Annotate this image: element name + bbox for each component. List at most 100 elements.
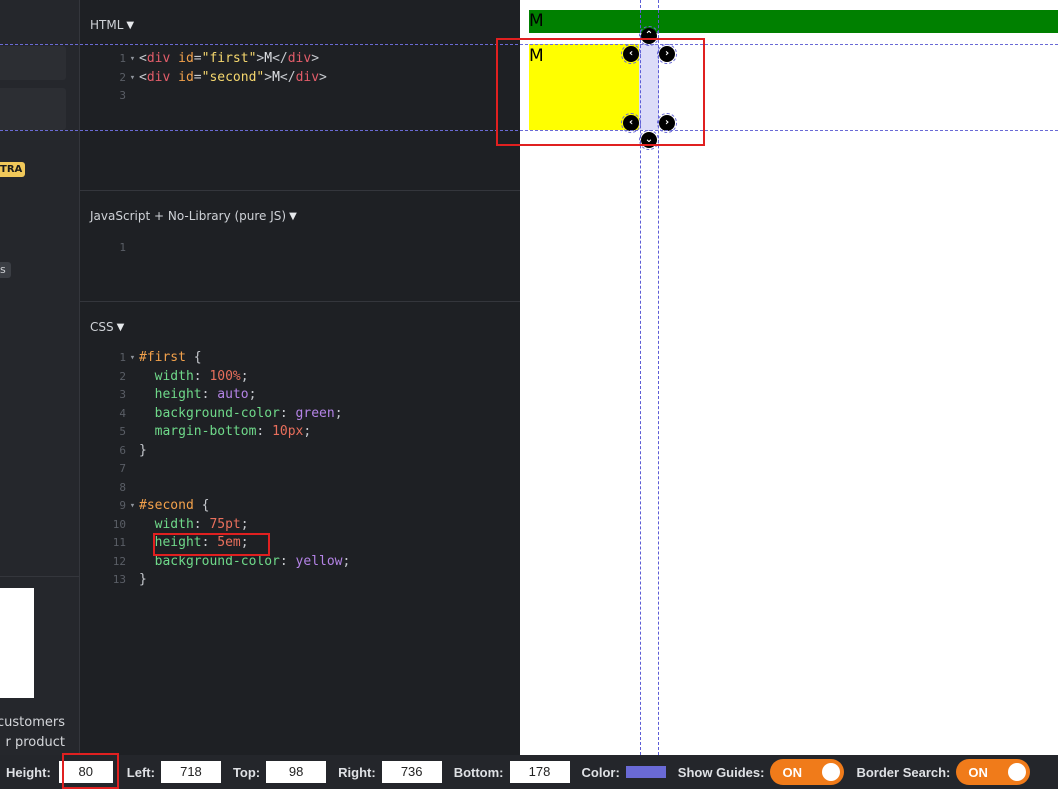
css-value: 100% [209,368,241,384]
code-line: 2 width: 100%; [80,368,350,387]
line-number: 5 [119,425,126,438]
token: M [272,69,280,85]
line-number: 8 [119,480,126,494]
border-search-label: Border Search: [856,764,951,780]
token: < [139,69,147,85]
code-line: 13} [80,571,350,590]
line-number: 9 [119,499,126,512]
caret-down-icon[interactable]: ▼ [117,322,125,333]
css-selector: #first [139,350,186,365]
css-property: background-color [154,405,280,421]
bottom-input[interactable]: 178 [509,761,570,783]
token: = [193,69,202,85]
line-number: 2 [119,70,126,84]
toggle-state: ON [968,764,988,780]
code-line: 7 [80,460,350,479]
css-value: yellow [295,553,343,569]
token: </ [272,51,288,66]
css-property: height [154,387,202,402]
code-line: 1 [80,239,126,258]
token: > [319,69,327,85]
line-number: 1 [119,52,126,65]
color-swatch[interactable] [625,766,666,778]
html-panel: HTML ▼ 1 ▾ < div id = "first" > M </div > 2 ▾ <… [80,0,520,191]
panel-title-label: JavaScript + No-Library (pure JS) [90,209,287,223]
fold-arrow-icon[interactable]: ▾ [126,69,139,88]
js-code[interactable]: 1 [80,239,126,258]
code-line: 8 [80,479,350,498]
sidebar-block[interactable] [0,46,66,80]
token: div [287,51,312,66]
code-line: 10 width: 75pt; [80,516,350,535]
top-input[interactable]: 98 [266,761,327,783]
fold-arrow-icon[interactable]: ▾ [126,50,139,69]
caret-down-icon[interactable]: ▼ [126,20,134,31]
bottom-label: Bottom: [453,764,504,780]
token: id [178,51,194,66]
top-label: Top: [232,764,261,780]
line-number: 7 [119,462,126,475]
token: > [311,51,320,66]
height-label: Height: [6,764,51,780]
css-value: 10px [272,424,304,439]
line-number: 6 [119,443,126,457]
toggle-knob [1008,763,1027,781]
fold-space [126,87,139,106]
line-number: 1 [119,241,126,254]
token: "first" [201,51,257,66]
code-line: 1 ▾ < div id = "first" > M </div > [80,50,327,69]
token: "second" [201,69,265,85]
line-number: 1 [119,351,126,364]
css-value: 75pt [209,516,241,532]
code-line: 3 height: auto; [80,386,350,405]
border-search-toggle[interactable]: ON [956,759,1031,785]
css-panel-title[interactable]: CSS ▼ [90,320,124,334]
line-number: 3 [119,89,126,102]
toggle-state: ON [782,764,802,780]
color-label: Color: [581,764,620,780]
sidebar-tag[interactable]: s [0,262,11,278]
css-panel: CSS ▼ 1 ▾ #first { 2 width: 100%; 3 height… [80,302,520,755]
css-property: margin-bottom [154,424,257,439]
left-label: Left: [126,764,155,780]
measure-toolbar: Height: 80 Left: 718 Top: 98 Right: 736 … [0,755,1058,789]
code-line: 5 margin-bottom: 10px; [80,423,350,442]
first-div[interactable]: M [529,10,1058,33]
css-value: green [295,405,335,421]
sidebar-text: r product [5,735,65,750]
annotation-box [62,753,119,789]
caret-down-icon[interactable]: ▼ [289,211,297,222]
fold-arrow-icon[interactable]: ▾ [126,497,139,516]
token: < [139,51,147,66]
token: = [193,51,202,66]
show-guides-toggle[interactable]: ON [770,759,845,785]
sidebar-text: r customers [0,715,65,730]
panel-title-label: CSS [90,320,114,334]
right-label: Right: [338,764,376,780]
js-panel-title[interactable]: JavaScript + No-Library (pure JS) ▼ [90,209,297,223]
html-code[interactable]: 1 ▾ < div id = "first" > M </div > 2 ▾ < div id =… [80,50,327,106]
editor-column: HTML ▼ 1 ▾ < div id = "first" > M </div > 2 ▾ <… [80,0,520,755]
annotation-box [496,38,705,146]
line-number: 2 [119,369,126,383]
token: div [146,51,171,66]
sidebar-block[interactable] [0,88,66,130]
show-guides-label: Show Guides: [677,764,765,780]
token: div [295,69,320,85]
token: > [264,69,273,85]
right-input[interactable]: 736 [381,761,442,783]
line-number: 10 [112,517,126,531]
code-line: 1 ▾ #first { [80,349,350,368]
line-number: 4 [119,406,126,420]
left-input[interactable]: 718 [160,761,221,783]
css-value: auto [217,387,249,402]
token: div [146,69,171,85]
fold-arrow-icon[interactable]: ▾ [126,349,139,368]
code-line: 6} [80,442,350,461]
line-number: 12 [112,554,126,568]
html-panel-title[interactable]: HTML ▼ [90,18,134,32]
sidebar-divider [0,576,79,577]
toggle-knob [822,763,841,781]
token: </ [279,69,296,85]
left-sidebar: TRA s r customers r product [0,0,80,755]
